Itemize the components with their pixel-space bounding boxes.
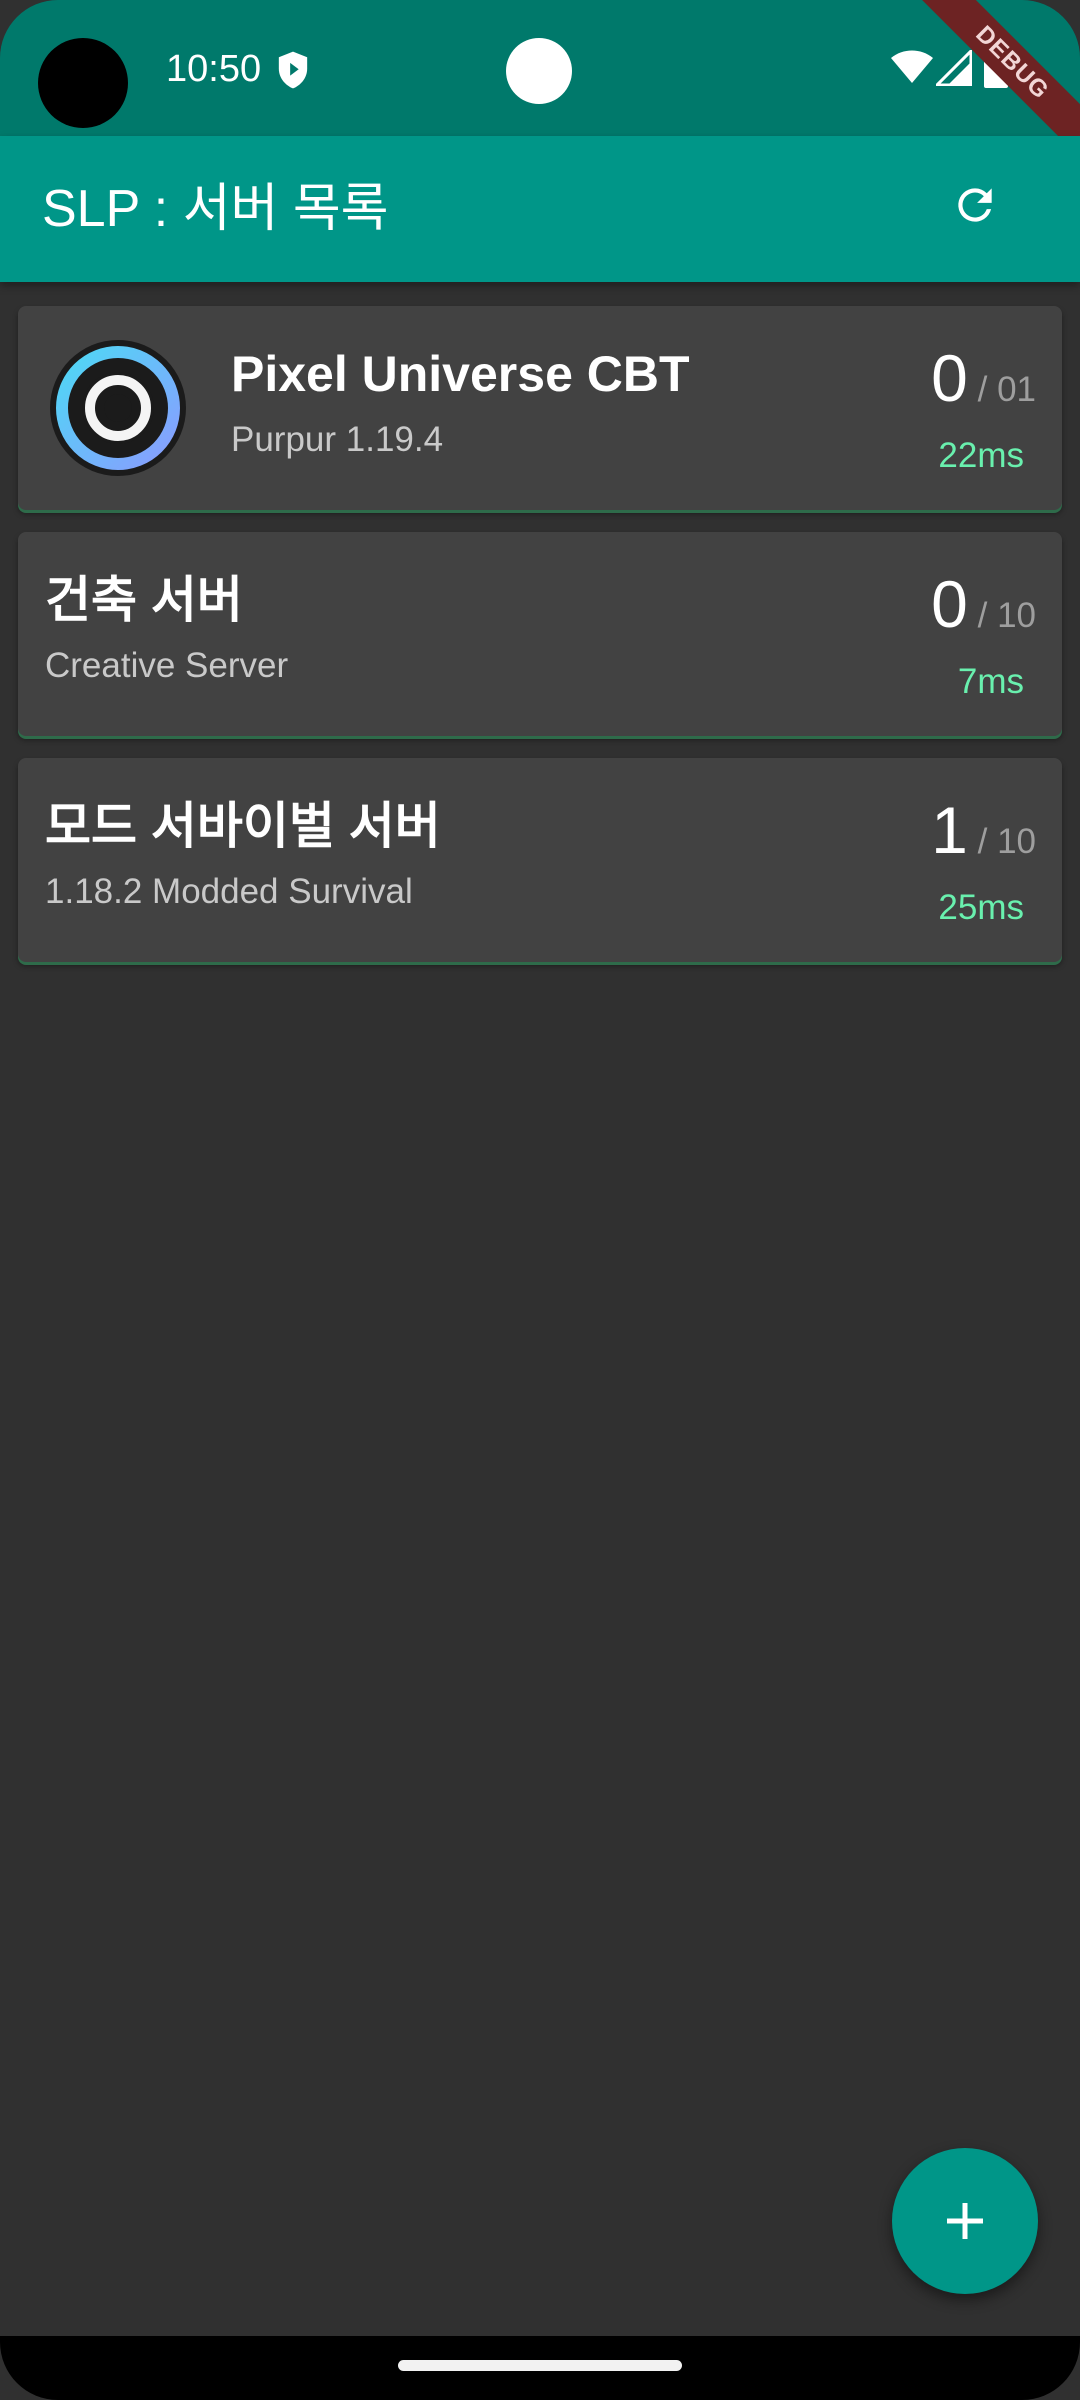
server-list: Pixel Universe CBT Purpur 1.19.4 0 / 01 … (18, 306, 1062, 984)
server-name: Pixel Universe CBT (231, 346, 690, 402)
player-count: 0 / 10 (931, 567, 1036, 641)
refresh-icon (958, 188, 992, 222)
wifi-icon (891, 50, 933, 83)
players-max: 01 (997, 370, 1036, 409)
players-max: 10 (997, 822, 1036, 861)
page-title: SLP : 서버 목록 (42, 180, 389, 238)
players-max: 10 (997, 596, 1036, 635)
player-count: 0 / 01 (931, 341, 1036, 415)
home-indicator[interactable] (398, 2360, 682, 2371)
app-screen: 10:50 DEBUG SLP : 서버 목록 Pixel Universe C… (0, 0, 1080, 2400)
server-ping: 7ms (957, 662, 1024, 701)
player-count: 1 / 10 (931, 793, 1036, 867)
server-ping: 22ms (938, 436, 1024, 475)
shield-icon (278, 51, 308, 89)
server-description: 1.18.2 Modded Survival (45, 872, 413, 911)
server-card[interactable]: 모드 서바이벌 서버 1.18.2 Modded Survival 1 / 10… (18, 758, 1062, 962)
players-online: 0 (931, 567, 968, 641)
server-description: Creative Server (45, 646, 289, 685)
players-online: 1 (931, 793, 968, 867)
server-card[interactable]: 건축 서버 Creative Server 0 / 10 7ms (18, 532, 1062, 736)
camera-dot (506, 38, 572, 104)
status-bar: 10:50 (0, 0, 1080, 136)
camera-cutout (38, 38, 128, 128)
app-bar: SLP : 서버 목록 (0, 136, 1080, 282)
server-name: 건축 서버 (45, 572, 243, 628)
plus-icon (947, 2203, 983, 2239)
signal-icon (936, 50, 972, 86)
server-description: Purpur 1.19.4 (231, 420, 444, 459)
server-ping: 25ms (938, 888, 1024, 927)
players-online: 0 (931, 341, 968, 415)
refresh-button[interactable] (940, 170, 1010, 240)
server-logo-icon (50, 340, 186, 476)
server-name: 모드 서바이벌 서버 (45, 798, 441, 854)
status-time: 10:50 (166, 48, 262, 90)
battery-icon (984, 46, 1008, 88)
add-server-button[interactable] (892, 2148, 1038, 2294)
navigation-bar (0, 2336, 1080, 2400)
server-card[interactable]: Pixel Universe CBT Purpur 1.19.4 0 / 01 … (18, 306, 1062, 510)
